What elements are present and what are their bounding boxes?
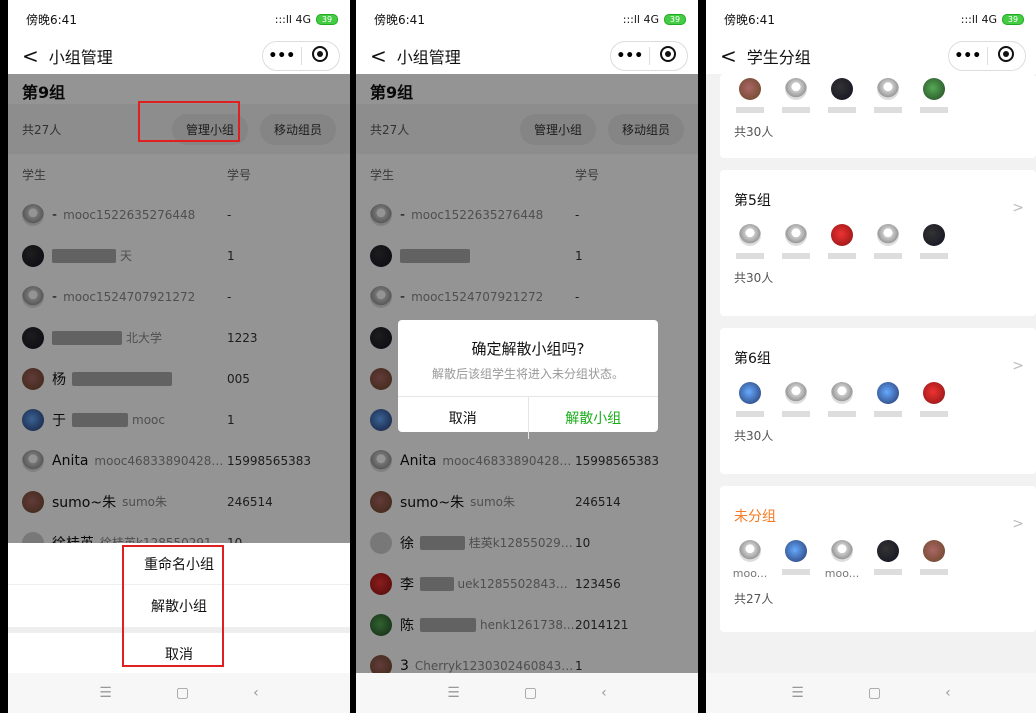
chevron-right-icon: > xyxy=(1012,516,1024,532)
menu-icon[interactable]: ☰ xyxy=(791,685,804,701)
group-count: 共27人 xyxy=(734,592,774,606)
group-card[interactable]: 共30人 xyxy=(720,74,1036,158)
avatar xyxy=(831,540,853,562)
system-nav-bar: ☰ ▢ ‹ xyxy=(8,673,350,713)
dialog-cancel-button[interactable]: 取消 xyxy=(398,397,529,439)
battery-icon: 39 xyxy=(316,13,338,25)
system-nav-bar: ☰ ▢ ‹ xyxy=(356,673,698,713)
signal-indicator: :::ll 4G 39 xyxy=(623,13,686,26)
avatar xyxy=(923,540,945,562)
nav-bar: < 小组管理 ••• xyxy=(8,38,350,74)
group-card[interactable]: 第6组 > 共30人 xyxy=(720,328,1036,474)
system-nav-bar: ☰ ▢ ‹ xyxy=(706,673,1036,713)
group-count: 共30人 xyxy=(734,271,774,285)
record-icon[interactable] xyxy=(988,46,1026,66)
more-icon[interactable]: ••• xyxy=(263,48,301,64)
record-icon[interactable] xyxy=(650,46,688,66)
avatar xyxy=(877,540,899,562)
avatar xyxy=(877,78,899,100)
chevron-left-icon[interactable]: < xyxy=(370,46,387,66)
dialog-message: 解散后该组学生将进入未分组状态。 xyxy=(398,365,658,397)
more-icon[interactable]: ••• xyxy=(611,48,649,64)
group-name: 第5组 xyxy=(734,193,771,209)
avatar xyxy=(831,78,853,100)
group-card[interactable]: 第5组 > 共30人 xyxy=(720,170,1036,316)
group-name: 第6组 xyxy=(734,351,771,367)
mini-program-capsule: ••• xyxy=(948,41,1026,71)
dialog-title: 确定解散小组吗? xyxy=(471,340,585,358)
mini-program-capsule: ••• xyxy=(610,41,688,71)
confirm-dialog: 确定解散小组吗? 解散后该组学生将进入未分组状态。 取消 解散小组 xyxy=(398,320,658,439)
record-icon[interactable] xyxy=(302,46,340,66)
status-bar: 傍晚6:41 :::ll 4G 39 xyxy=(356,0,698,38)
group-name: 未分组 xyxy=(734,509,776,525)
avatar xyxy=(739,382,761,404)
signal-indicator: :::ll 4G 39 xyxy=(961,13,1024,26)
back-icon[interactable]: ‹ xyxy=(601,685,607,701)
avatar xyxy=(785,382,807,404)
status-time: 傍晚6:41 xyxy=(724,12,775,27)
highlight-box xyxy=(122,545,224,667)
status-time: 傍晚6:41 xyxy=(374,12,425,27)
menu-icon[interactable]: ☰ xyxy=(447,685,460,701)
status-bar: 傍晚6:41 :::ll 4G 39 xyxy=(8,0,350,38)
avatar xyxy=(739,224,761,246)
battery-icon: 39 xyxy=(1002,13,1024,25)
back-icon[interactable]: ‹ xyxy=(945,685,951,701)
avatar xyxy=(877,382,899,404)
more-icon[interactable]: ••• xyxy=(949,48,987,64)
battery-icon: 39 xyxy=(664,13,686,25)
menu-icon[interactable]: ☰ xyxy=(99,685,112,701)
avatar xyxy=(831,382,853,404)
dialog-confirm-button[interactable]: 解散小组 xyxy=(529,397,659,439)
avatar xyxy=(739,540,761,562)
phone-panel-2: 傍晚6:41 :::ll 4G 39 < 小组管理 ••• 第9组 共27人 管理… xyxy=(356,0,698,713)
signal-indicator: :::ll 4G 39 xyxy=(275,13,338,26)
back-icon[interactable]: ‹ xyxy=(253,685,259,701)
status-bar: 傍晚6:41 :::ll 4G 39 xyxy=(706,0,1036,38)
page-title: 小组管理 xyxy=(48,48,113,67)
avatar xyxy=(785,224,807,246)
avatar xyxy=(923,78,945,100)
avatar xyxy=(877,224,899,246)
chevron-left-icon[interactable]: < xyxy=(720,46,737,66)
mini-program-capsule: ••• xyxy=(262,41,340,71)
avatar xyxy=(923,382,945,404)
home-icon[interactable]: ▢ xyxy=(868,685,881,701)
group-count: 共30人 xyxy=(734,125,774,139)
chevron-right-icon: > xyxy=(1012,200,1024,216)
avatar xyxy=(923,224,945,246)
phone-panel-3: 傍晚6:41 :::ll 4G39 < 学生分组 ••• 共30人 第5组 > xyxy=(706,0,1036,713)
avatar xyxy=(831,224,853,246)
avatar xyxy=(785,78,807,100)
status-time: 傍晚6:41 xyxy=(26,12,77,27)
phone-panel-1: 傍晚6:41 :::ll 4G 39 < 小组管理 ••• 第9组 共27人 管理… xyxy=(8,0,350,713)
page-title: 学生分组 xyxy=(746,48,811,67)
nav-bar: < 小组管理 ••• xyxy=(356,38,698,74)
group-count: 共30人 xyxy=(734,429,774,443)
home-icon[interactable]: ▢ xyxy=(524,685,537,701)
nav-bar: < 学生分组 ••• xyxy=(706,38,1036,74)
page-title: 小组管理 xyxy=(396,48,461,67)
home-icon[interactable]: ▢ xyxy=(176,685,189,701)
chevron-right-icon: > xyxy=(1012,358,1024,374)
group-list: 共30人 第5组 > 共30人 第6组 > 共30人 未分组 > moo... … xyxy=(706,74,1036,713)
chevron-left-icon[interactable]: < xyxy=(22,46,39,66)
avatar xyxy=(739,78,761,100)
avatar xyxy=(785,540,807,562)
highlight-box xyxy=(138,101,240,142)
group-card-ungrouped[interactable]: 未分组 > moo... moo... 共27人 xyxy=(720,486,1036,632)
